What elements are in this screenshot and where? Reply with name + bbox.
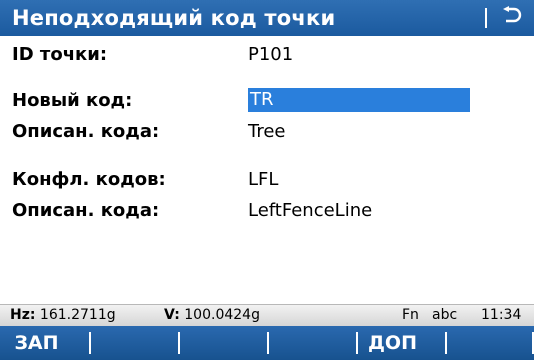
v-value: 100.0424g — [184, 307, 260, 323]
fn-indicator: Fn — [402, 307, 419, 323]
status-bar: Hz: 161.2711g V: 100.0424g Fn abc 11:34 — [0, 304, 534, 326]
new-code-desc-label: Описан. кода: — [12, 121, 160, 142]
point-id-label: ID точки: — [12, 44, 108, 65]
softkey-f1-store[interactable]: ЗАП — [0, 326, 89, 360]
unsuitable-point-code-dialog: Неподходящий код точки ID точки: P101 Но… — [0, 0, 534, 360]
row-conflict-codes: Конфл. кодов: LFL — [0, 165, 534, 195]
new-code-desc-value: Tree — [248, 121, 286, 142]
softkey-f3[interactable] — [178, 326, 267, 360]
clock: 11:34 — [481, 307, 522, 323]
input-mode-indicator: abc — [432, 307, 458, 323]
return-arrow-icon — [501, 6, 523, 30]
v-readout: V: 100.0424g — [164, 307, 260, 324]
point-id-value: P101 — [248, 44, 294, 65]
row-new-code-desc: Описан. кода: Tree — [0, 117, 534, 147]
conflict-desc-label: Описан. кода: — [12, 200, 160, 221]
softkey-f5-more[interactable]: ДОП — [356, 326, 445, 360]
title-bar: Неподходящий код точки — [0, 0, 534, 36]
v-label: V: — [164, 307, 180, 323]
conflict-desc-value: LeftFenceLine — [248, 200, 373, 221]
softkey-f4[interactable] — [267, 326, 356, 360]
softkey-label: ЗАП — [14, 332, 59, 354]
softkey-f6[interactable] — [445, 326, 534, 360]
conflict-codes-value: LFL — [248, 169, 279, 190]
dialog-title: Неподходящий код точки — [12, 6, 336, 30]
title-separator — [485, 8, 487, 28]
row-point-id: ID точки: P101 — [0, 40, 534, 70]
conflict-codes-label: Конфл. кодов: — [12, 169, 166, 190]
hz-value: 161.2711g — [39, 307, 116, 323]
softkey-label: ДОП — [368, 332, 417, 354]
softkey-f2[interactable] — [89, 326, 178, 360]
row-conflict-desc: Описан. кода: LeftFenceLine — [0, 196, 534, 226]
new-code-field[interactable]: TR — [248, 88, 470, 112]
softkey-bar: ЗАП ДОП — [0, 326, 534, 360]
row-new-code: Новый код: TR — [0, 86, 534, 116]
back-button[interactable] — [492, 2, 532, 34]
hz-label: Hz: — [10, 307, 36, 323]
new-code-label: Новый код: — [12, 90, 133, 111]
hz-readout: Hz: 161.2711g — [10, 307, 116, 324]
